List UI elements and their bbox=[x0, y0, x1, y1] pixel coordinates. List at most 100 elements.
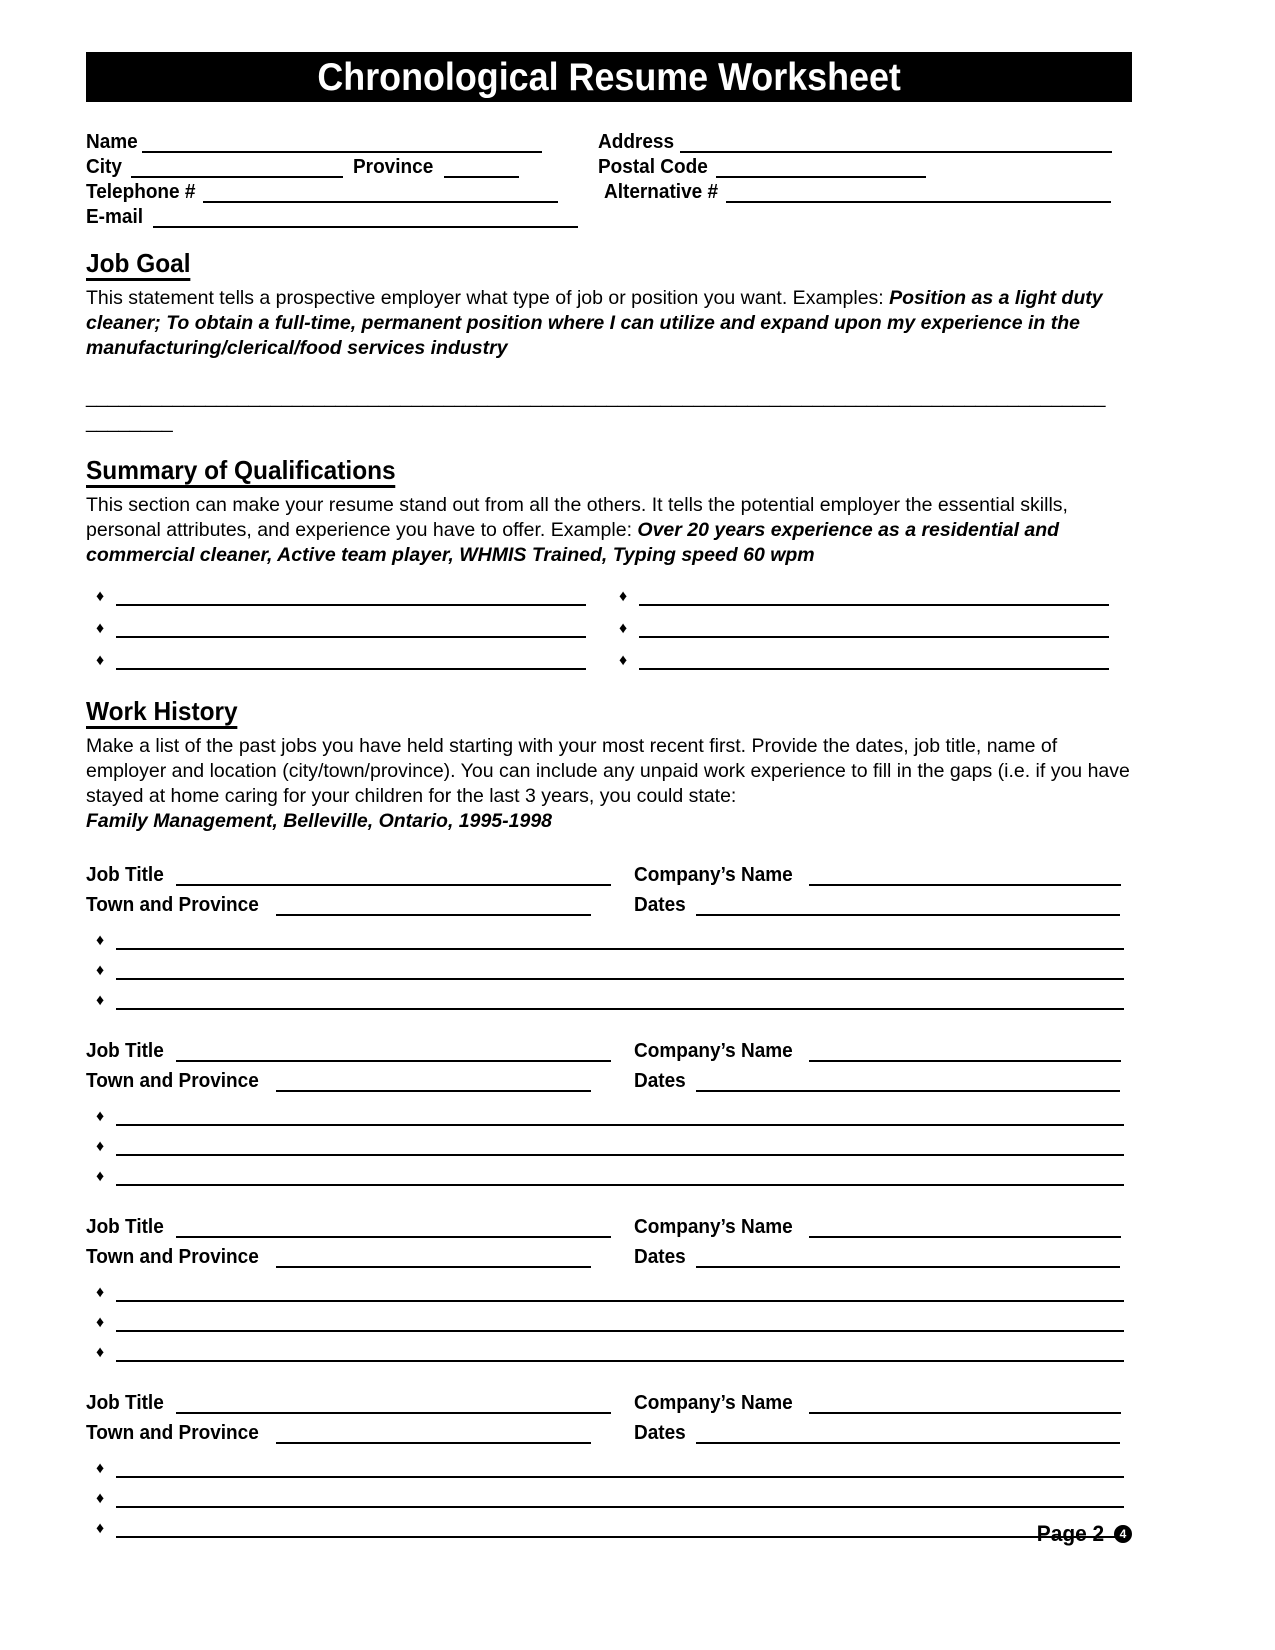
company-name-input-line[interactable] bbox=[809, 1041, 1122, 1062]
field-name: Name bbox=[86, 131, 598, 153]
company-name-input-line[interactable] bbox=[809, 865, 1122, 886]
summary-bullet-input-line[interactable] bbox=[116, 648, 586, 670]
dates-input-line[interactable] bbox=[696, 1247, 1121, 1268]
job-title-input-line[interactable] bbox=[175, 1041, 611, 1062]
dates-input-line[interactable] bbox=[696, 1071, 1121, 1092]
job-title-label: Job Title bbox=[86, 1216, 164, 1238]
job-duty-row: ♦ bbox=[86, 1096, 1132, 1126]
summary-heading: Summary of Qualifications bbox=[86, 455, 396, 488]
job-entry-title-row: Job Title Company’s Name bbox=[86, 1208, 1132, 1238]
job-entry-duties: ♦ ♦ ♦ bbox=[86, 920, 1132, 1010]
field-dates: Dates bbox=[634, 1070, 1132, 1092]
field-telephone: Telephone # bbox=[86, 181, 598, 203]
address-input-line[interactable] bbox=[680, 133, 1113, 153]
field-town-province: Town and Province bbox=[86, 1422, 634, 1444]
job-duty-input-line[interactable] bbox=[116, 988, 1124, 1010]
job-duty-input-line[interactable] bbox=[116, 1164, 1124, 1186]
summary-bullet-input-line[interactable] bbox=[639, 584, 1109, 606]
job-duty-input-line[interactable] bbox=[116, 1280, 1124, 1302]
diamond-bullet-icon: ♦ bbox=[619, 620, 628, 637]
summary-bullet-input-line[interactable] bbox=[639, 648, 1109, 670]
postal-code-input-line[interactable] bbox=[715, 158, 926, 178]
job-goal-answer-area[interactable]: ________________________________________… bbox=[86, 385, 1132, 435]
province-label: Province bbox=[352, 156, 434, 178]
job-duty-input-line[interactable] bbox=[116, 1134, 1124, 1156]
job-duty-input-line[interactable] bbox=[116, 1340, 1124, 1362]
job-duty-input-line[interactable] bbox=[116, 958, 1124, 980]
job-goal-fill-line-1[interactable]: ________________________________________… bbox=[86, 386, 1105, 408]
contact-row-email: E-mail bbox=[86, 203, 1132, 228]
diamond-bullet-icon: ♦ bbox=[96, 1108, 105, 1125]
alternative-input-line[interactable] bbox=[726, 183, 1112, 203]
town-province-input-line[interactable] bbox=[275, 1247, 591, 1268]
job-duty-row: ♦ bbox=[86, 950, 1132, 980]
name-input-line[interactable] bbox=[142, 133, 543, 153]
work-history-example-text: Family Management, Belleville, Ontario, … bbox=[86, 810, 553, 832]
dates-label: Dates bbox=[634, 1422, 686, 1444]
job-title-input-line[interactable] bbox=[175, 1217, 611, 1238]
email-label: E-mail bbox=[86, 206, 144, 228]
field-company-name: Company’s Name bbox=[634, 1392, 1132, 1414]
field-dates: Dates bbox=[634, 894, 1132, 916]
section-work-history: Work History Make a list of the past job… bbox=[86, 696, 1132, 1538]
telephone-label: Telephone # bbox=[86, 181, 196, 203]
job-duty-input-line[interactable] bbox=[116, 1486, 1124, 1508]
company-name-label: Company’s Name bbox=[634, 1040, 793, 1062]
job-duty-input-line[interactable] bbox=[116, 1310, 1124, 1332]
job-title-input-line[interactable] bbox=[175, 1393, 611, 1414]
job-entry-location-row: Town and Province Dates bbox=[86, 1062, 1132, 1092]
summary-description: This section can make your resume stand … bbox=[86, 493, 1132, 568]
summary-bullet-item: ♦ bbox=[86, 648, 609, 670]
job-goal-heading: Job Goal bbox=[86, 248, 191, 281]
telephone-input-line[interactable] bbox=[203, 183, 559, 203]
diamond-bullet-icon: ♦ bbox=[96, 588, 105, 605]
job-entry-title-row: Job Title Company’s Name bbox=[86, 1384, 1132, 1414]
dates-input-line[interactable] bbox=[696, 895, 1121, 916]
diamond-bullet-icon: ♦ bbox=[619, 588, 628, 605]
field-address: Address bbox=[598, 131, 1132, 153]
summary-bullet-input-line[interactable] bbox=[116, 616, 586, 638]
dates-label: Dates bbox=[634, 894, 686, 916]
job-entry-duties: ♦ ♦ ♦ bbox=[86, 1272, 1132, 1362]
town-province-label: Town and Province bbox=[86, 1070, 259, 1092]
town-province-input-line[interactable] bbox=[275, 1071, 591, 1092]
field-company-name: Company’s Name bbox=[634, 864, 1132, 886]
page-badge-icon: 4 bbox=[1114, 1525, 1132, 1543]
page-content: Chronological Resume Worksheet Name Addr… bbox=[86, 52, 1132, 1538]
dates-input-line[interactable] bbox=[696, 1423, 1121, 1444]
diamond-bullet-icon: ♦ bbox=[96, 1490, 105, 1507]
summary-bullet-input-line[interactable] bbox=[116, 584, 586, 606]
town-province-input-line[interactable] bbox=[275, 1423, 591, 1444]
town-province-input-line[interactable] bbox=[275, 895, 591, 916]
job-title-input-line[interactable] bbox=[175, 865, 611, 886]
summary-bullet-item: ♦ bbox=[609, 584, 1132, 606]
city-label: City bbox=[86, 156, 122, 178]
contact-row-city-province-postal: City Province Postal Code bbox=[86, 153, 1132, 178]
job-duty-input-line[interactable] bbox=[116, 928, 1124, 950]
job-duty-row: ♦ bbox=[86, 980, 1132, 1010]
diamond-bullet-icon: ♦ bbox=[619, 652, 628, 669]
job-entry-location-row: Town and Province Dates bbox=[86, 1238, 1132, 1268]
company-name-input-line[interactable] bbox=[809, 1393, 1122, 1414]
job-entry-location-row: Town and Province Dates bbox=[86, 1414, 1132, 1444]
job-goal-fill-line-2[interactable]: ________ bbox=[86, 411, 173, 433]
company-name-input-line[interactable] bbox=[809, 1217, 1122, 1238]
job-duty-input-line[interactable] bbox=[116, 1456, 1124, 1478]
city-input-line[interactable] bbox=[130, 158, 343, 178]
diamond-bullet-icon: ♦ bbox=[96, 1314, 105, 1331]
province-input-line[interactable] bbox=[444, 158, 520, 178]
contact-row-telephone-alternative: Telephone # Alternative # bbox=[86, 178, 1132, 203]
job-duty-input-line[interactable] bbox=[116, 1104, 1124, 1126]
diamond-bullet-icon: ♦ bbox=[96, 1168, 105, 1185]
job-title-label: Job Title bbox=[86, 1392, 164, 1414]
address-label: Address bbox=[598, 131, 675, 153]
summary-bullet-input-line[interactable] bbox=[639, 616, 1109, 638]
job-duty-row: ♦ bbox=[86, 1126, 1132, 1156]
field-email: E-mail bbox=[86, 206, 598, 228]
field-dates: Dates bbox=[634, 1246, 1132, 1268]
job-goal-intro-text: This statement tells a prospective emplo… bbox=[86, 287, 890, 309]
email-input-line[interactable] bbox=[153, 208, 579, 228]
field-alternative-number: Alternative # bbox=[598, 181, 1132, 203]
field-job-title: Job Title bbox=[86, 864, 634, 886]
job-duty-row: ♦ bbox=[86, 1448, 1132, 1478]
